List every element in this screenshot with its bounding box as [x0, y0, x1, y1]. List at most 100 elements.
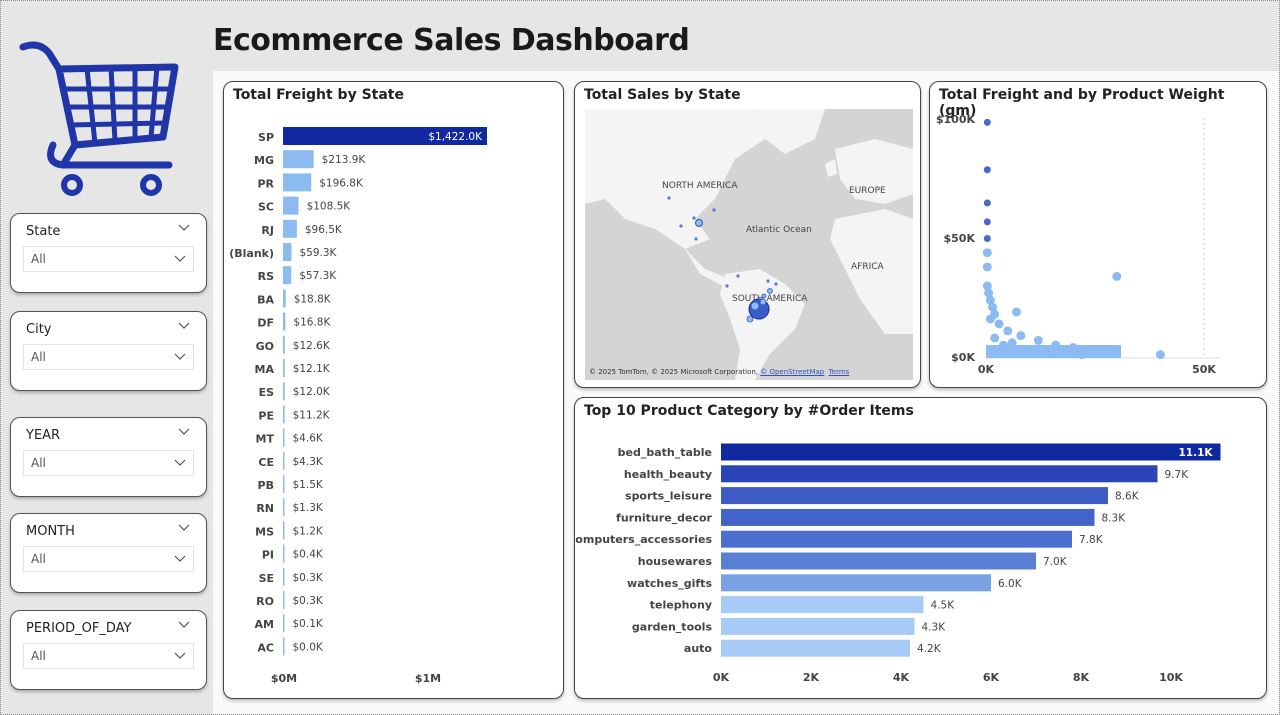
scatter-point[interactable]: [1012, 307, 1022, 317]
freight-by-weight-chart[interactable]: $100K $50K $0K0K 50K: [930, 82, 1268, 389]
category-bar[interactable]: [721, 574, 991, 592]
slicer-value: All: [31, 456, 46, 470]
freight-value-label: $1,422.0K: [428, 131, 483, 143]
category-bar[interactable]: [721, 487, 1108, 505]
freight-bar[interactable]: [283, 150, 314, 169]
category-bar[interactable]: [721, 443, 1221, 461]
category-bar[interactable]: [721, 596, 924, 614]
scatter-point[interactable]: [982, 262, 992, 272]
scatter-point[interactable]: [983, 199, 991, 207]
freight-bar[interactable]: [283, 498, 285, 517]
chevron-down-icon[interactable]: [174, 652, 186, 660]
freight-bar[interactable]: [283, 289, 286, 308]
chevron-down-icon[interactable]: [174, 353, 186, 361]
scatter-point[interactable]: [1016, 331, 1026, 341]
x-tick-label: 0K: [713, 671, 730, 684]
scatter-point[interactable]: [985, 314, 995, 324]
chevron-down-icon[interactable]: [178, 322, 190, 330]
category-bar[interactable]: [721, 552, 1036, 570]
chevron-down-icon[interactable]: [178, 224, 190, 232]
scatter-point[interactable]: [994, 319, 1004, 329]
freight-by-state-card[interactable]: Total Freight by State SP $1,422.0K MG $213…: [223, 81, 564, 699]
slicer-year[interactable]: YEAR All: [10, 417, 207, 497]
freight-bar[interactable]: [283, 451, 285, 470]
slicer-period-of-day[interactable]: PERIOD_OF_DAY All: [10, 610, 207, 690]
slicer-dropdown[interactable]: All: [23, 344, 194, 370]
scatter-point[interactable]: [990, 333, 1000, 343]
top-categories-chart[interactable]: bed_bath_table 11.1K health_beauty 9.7K spor…: [575, 398, 1268, 700]
freight-bar[interactable]: [283, 359, 285, 377]
freight-value-label: $96.5K: [305, 224, 343, 236]
chevron-down-icon[interactable]: [174, 255, 186, 263]
scatter-point[interactable]: [982, 248, 992, 258]
scatter-point[interactable]: [985, 345, 995, 355]
scatter-point[interactable]: [983, 166, 991, 174]
scatter-point[interactable]: [983, 235, 991, 242]
chevron-down-icon[interactable]: [174, 555, 186, 563]
state-label: SC: [258, 201, 274, 214]
slicer-dropdown[interactable]: All: [23, 246, 194, 272]
category-bar[interactable]: [721, 617, 915, 635]
scatter-point[interactable]: [1003, 326, 1013, 336]
state-label: PR: [257, 177, 274, 190]
sales-by-state-card[interactable]: Total Sales by State NORTH AMERICA EUROP…: [574, 81, 921, 388]
scatter-point[interactable]: [1068, 343, 1078, 353]
freight-bar[interactable]: [283, 335, 285, 354]
freight-bar[interactable]: [283, 544, 285, 563]
terms-link[interactable]: Terms: [829, 368, 850, 376]
scatter-point[interactable]: [1025, 345, 1035, 355]
freight-bar[interactable]: [283, 312, 286, 331]
slicer-city[interactable]: City All: [10, 311, 207, 391]
slicer-dropdown[interactable]: All: [23, 450, 194, 476]
scatter-point[interactable]: [1155, 350, 1165, 360]
scatter-point[interactable]: [1077, 350, 1087, 360]
freight-bar[interactable]: [283, 567, 285, 586]
freight-bar[interactable]: [283, 243, 292, 261]
chevron-down-icon[interactable]: [178, 524, 190, 532]
scatter-point[interactable]: [1007, 338, 1017, 348]
scatter-point[interactable]: [1059, 347, 1069, 357]
freight-bar[interactable]: [283, 591, 285, 609]
scatter-point[interactable]: [983, 118, 991, 126]
scatter-point[interactable]: [1112, 347, 1122, 357]
freight-bar[interactable]: [283, 521, 285, 540]
slicer-state[interactable]: State All: [10, 213, 207, 293]
category-bar[interactable]: [721, 639, 910, 657]
slicer-dropdown[interactable]: All: [23, 546, 194, 572]
osm-link[interactable]: © OpenStreetMap: [760, 368, 824, 376]
category-bar[interactable]: [721, 508, 1095, 526]
scatter-point[interactable]: [1090, 345, 1100, 355]
freight-bar[interactable]: [283, 219, 297, 238]
scatter-point[interactable]: [998, 340, 1008, 350]
freight-bar[interactable]: [283, 196, 299, 215]
slicer-dropdown[interactable]: All: [23, 643, 194, 669]
slicer-month[interactable]: MONTH All: [10, 513, 207, 593]
chevron-down-icon[interactable]: [174, 459, 186, 467]
category-bar[interactable]: [721, 465, 1158, 483]
freight-bar[interactable]: [283, 614, 285, 633]
freight-value-label: $12.0K: [293, 386, 331, 398]
freight-bar[interactable]: [283, 405, 285, 424]
freight-bar[interactable]: [283, 475, 285, 493]
map-bubbles[interactable]: [585, 109, 913, 380]
scatter-point[interactable]: [983, 218, 991, 226]
state-label: ES: [259, 386, 275, 399]
top-categories-card[interactable]: Top 10 Product Category by #Order Items …: [574, 397, 1267, 699]
state-label: PI: [262, 549, 274, 562]
scatter-point[interactable]: [1112, 271, 1122, 281]
freight-bar[interactable]: [283, 637, 285, 656]
sales-map[interactable]: NORTH AMERICA EUROPE Atlantic Ocean AFRI…: [585, 109, 913, 380]
freight-by-state-chart[interactable]: SP $1,422.0K MG $213.9K PR $196.8K SC $108.5K RJ…: [224, 82, 565, 700]
scatter-point[interactable]: [1033, 335, 1043, 345]
freight-bar[interactable]: [283, 428, 285, 447]
freight-by-weight-card[interactable]: Total Freight and by Product Weight (gm)…: [929, 81, 1267, 388]
category-value-label: 4.5K: [931, 600, 956, 612]
freight-bar[interactable]: [283, 382, 285, 401]
freight-bar[interactable]: [283, 173, 312, 192]
freight-bar[interactable]: [283, 266, 292, 285]
freight-value-label: $0.4K: [293, 549, 324, 561]
chevron-down-icon[interactable]: [178, 428, 190, 436]
category-bar[interactable]: [721, 530, 1072, 548]
scatter-point[interactable]: [1046, 347, 1056, 357]
chevron-down-icon[interactable]: [178, 621, 190, 629]
